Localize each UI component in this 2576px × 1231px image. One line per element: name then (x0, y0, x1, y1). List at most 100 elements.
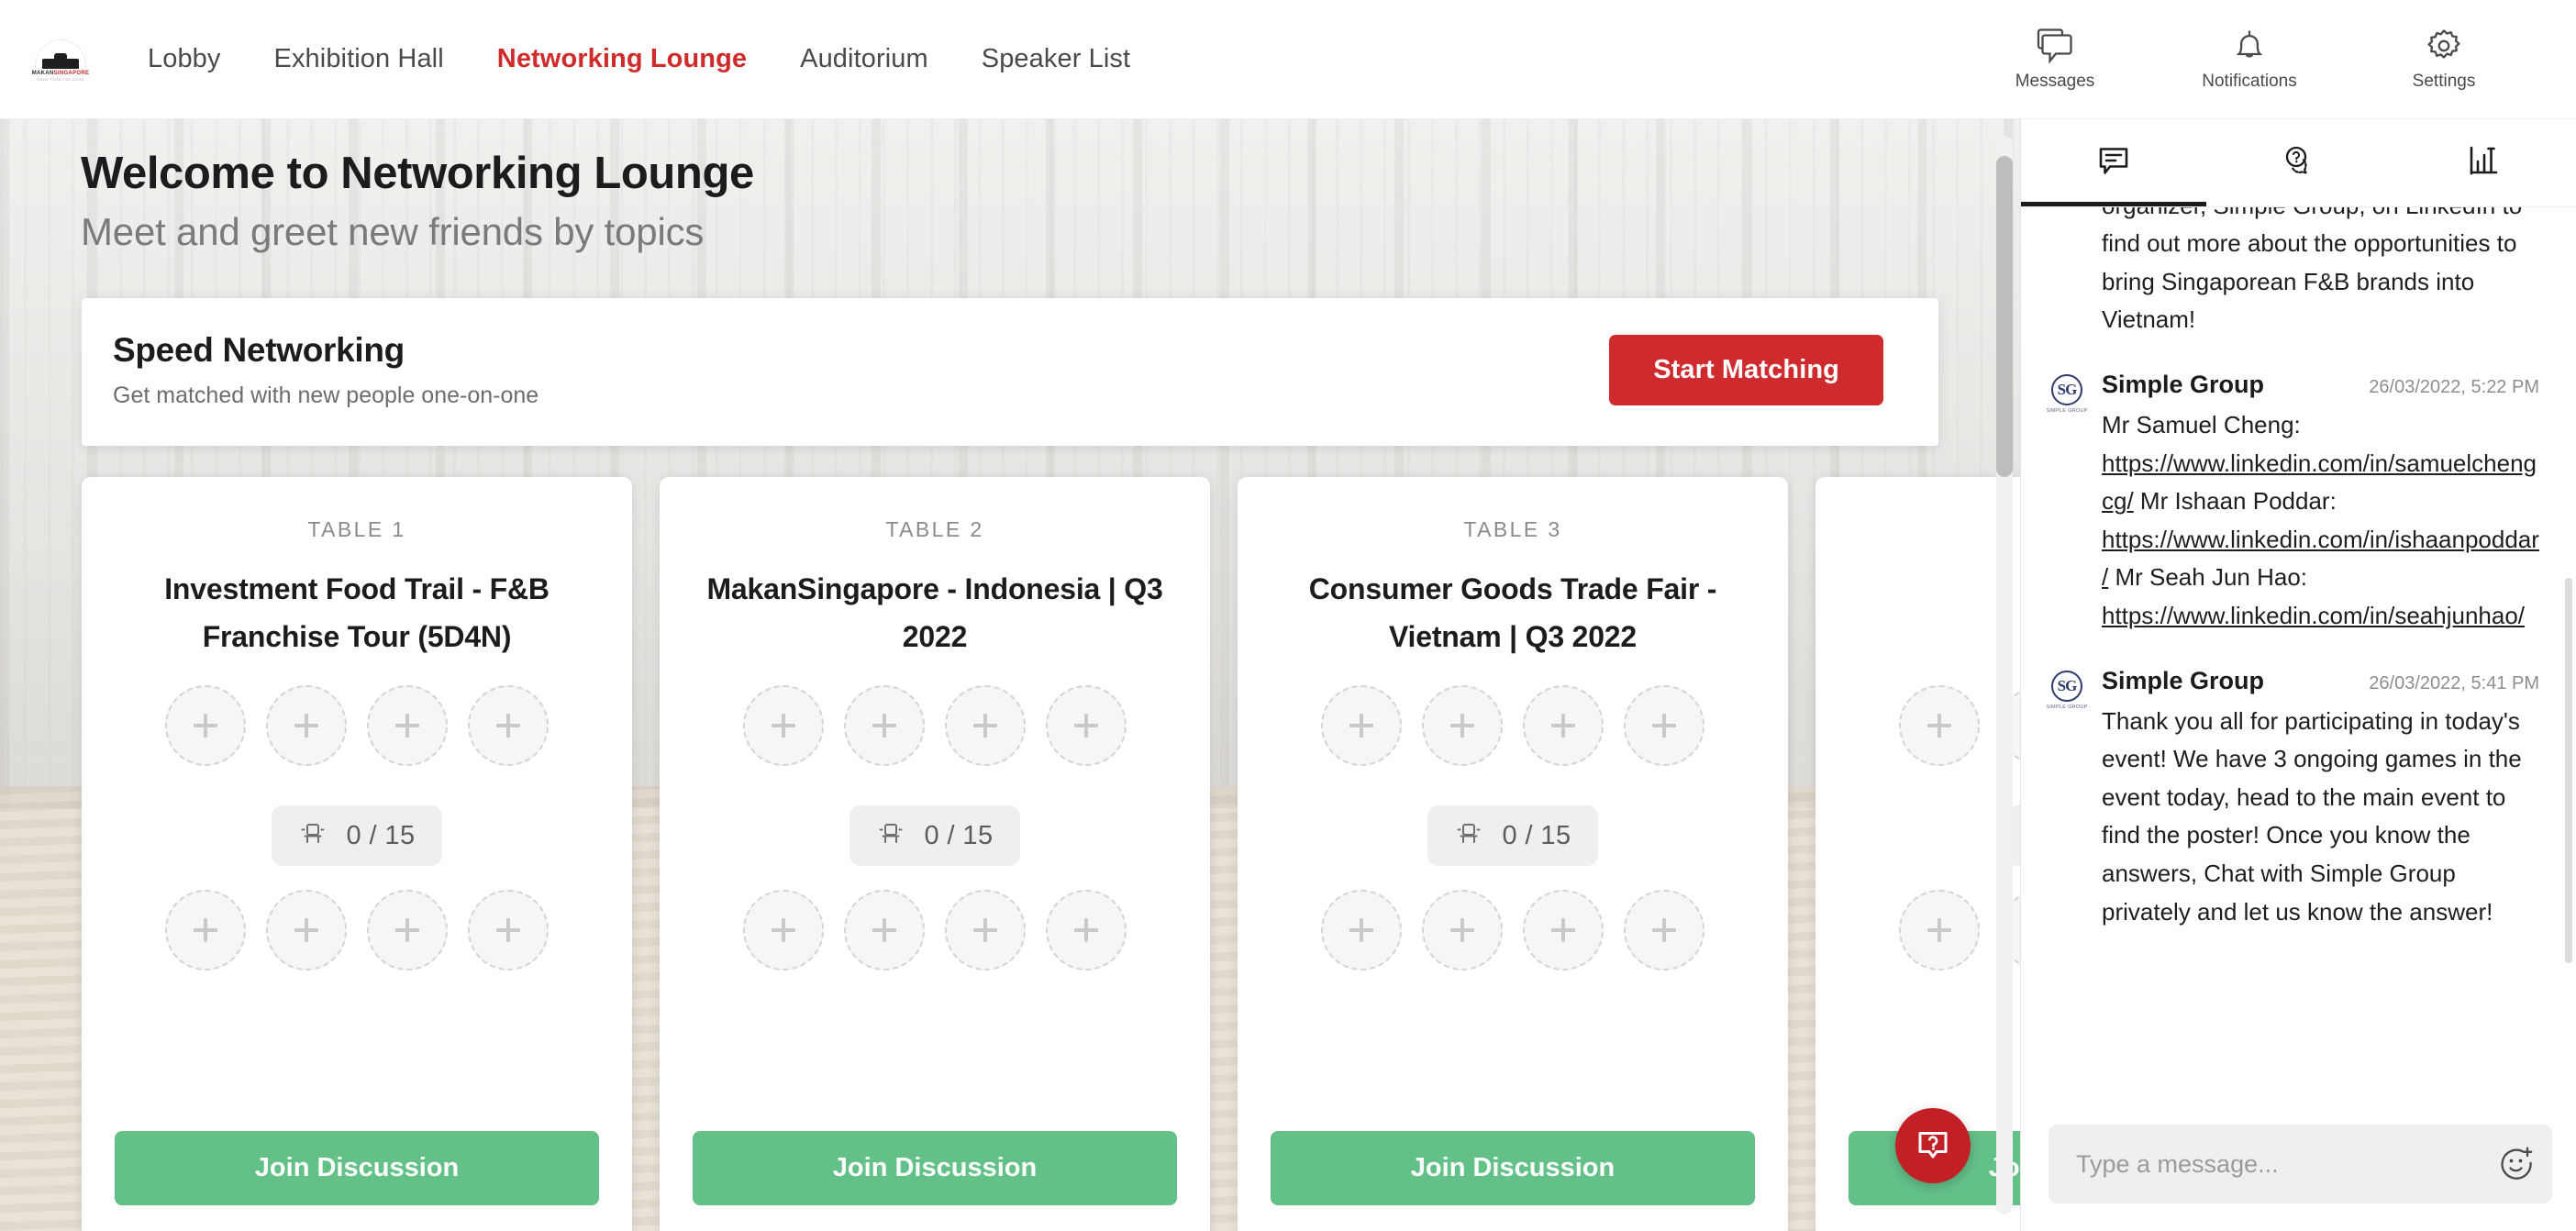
chat-input-wrap (2049, 1125, 2552, 1203)
chair-icon (1455, 820, 1482, 852)
seat-slot[interactable] (844, 685, 925, 767)
tab-qa[interactable] (2206, 119, 2392, 206)
seat-slot[interactable] (945, 685, 1026, 767)
join-discussion-button[interactable]: Join Discussion (1271, 1131, 1755, 1206)
seat-slot[interactable] (1422, 685, 1503, 767)
settings-button[interactable]: Settings (2347, 28, 2541, 92)
speed-networking-title: Speed Networking (113, 331, 405, 370)
seats-row-bottom (743, 890, 1127, 971)
seat-slot[interactable] (743, 890, 824, 971)
brand-logo[interactable]: MAKANSINGAPORE GOOD FOOD FOR GOOD (0, 38, 121, 82)
seat-slot[interactable] (468, 685, 549, 767)
linkedin-link-seah-jun-hao[interactable]: https://www.linkedin.com/in/seahjunhao/ (2102, 602, 2525, 629)
page-body: Welcome to Networking Lounge Meet and gr… (0, 119, 2576, 1231)
seat-slot[interactable] (1523, 685, 1604, 767)
seat-slot[interactable] (1624, 685, 1704, 767)
nav-item-speaker-list[interactable]: Speaker List (955, 44, 1157, 74)
seat-slot[interactable] (468, 890, 549, 971)
logo-mark-shape (42, 52, 79, 69)
avatar-initials: SG (2051, 373, 2082, 405)
seat-slot[interactable] (266, 685, 347, 767)
plus-icon (1652, 918, 1676, 943)
seat-count-text: 0 / 15 (924, 820, 994, 850)
seat-slot[interactable] (1899, 890, 1980, 971)
chat-panel: Connect with the co-founders of organize… (2020, 119, 2576, 1231)
plus-icon (294, 714, 318, 738)
chat-message: SG SIMPLE GROUP Simple Group 26/03/2022,… (2047, 371, 2539, 667)
join-discussion-button[interactable]: Join Discussion (115, 1131, 599, 1206)
seat-slot[interactable] (165, 890, 246, 971)
nav-item-auditorium[interactable]: Auditorium (773, 44, 955, 74)
seat-slot[interactable] (1899, 685, 1980, 767)
table-label: TABLE 2 (885, 517, 984, 542)
message-input[interactable] (2049, 1125, 2552, 1203)
table-title: MakanSingapore - Indonesia | Q3 2022 (706, 572, 1163, 654)
seat-slot[interactable] (266, 890, 347, 971)
tables-list: TABLE 1 Investment Food Trail - F&B Fran… (0, 446, 2020, 1231)
notifications-button[interactable]: Notifications (2152, 28, 2347, 92)
seat-slot[interactable] (945, 890, 1026, 971)
join-discussion-button[interactable]: Join Discussion (693, 1131, 1177, 1206)
message-body: Simple Group 26/03/2022, 5:41 PM Thank y… (2102, 667, 2539, 932)
logo-word-makan: MAKAN (31, 70, 54, 76)
table-title: Investment Food Trail - F&B Franchise To… (164, 572, 550, 654)
nav-item-lobby[interactable]: Lobby (121, 44, 248, 74)
seat-slot[interactable] (1422, 890, 1503, 971)
plus-icon (1652, 714, 1676, 738)
message-text: Connect with the co-founders of organize… (2102, 207, 2522, 334)
avatar (2047, 207, 2087, 339)
seat-slot[interactable] (367, 685, 448, 767)
seat-count-text: 0 / 15 (1502, 820, 1571, 850)
start-matching-button[interactable]: Start Matching (1609, 335, 1883, 406)
seats-row-bottom (165, 890, 549, 971)
tab-chat[interactable] (2021, 119, 2206, 206)
poll-bar-chart-icon (2464, 141, 2503, 184)
seat-slot[interactable] (743, 685, 824, 767)
chat-message-clip: Connect with the co-founders of organize… (2047, 207, 2539, 1108)
plus-icon (973, 714, 997, 738)
chat-scrollbar-thumb[interactable] (2565, 578, 2572, 963)
seats-row-top (1321, 685, 1704, 767)
seat-slot[interactable] (1321, 685, 1402, 767)
plus-icon (395, 918, 419, 943)
bell-icon (2231, 28, 2268, 64)
main-scrollbar-thumb[interactable] (1996, 156, 2013, 477)
seat-slot[interactable] (1523, 890, 1604, 971)
seat-slot[interactable] (1624, 890, 1704, 971)
help-button[interactable] (1895, 1108, 1971, 1183)
seat-slot[interactable] (165, 685, 246, 767)
chat-bubble-icon (2094, 141, 2133, 184)
message-author: Simple Group (2102, 666, 2265, 694)
chat-scrollbar-track[interactable] (2565, 303, 2572, 998)
plus-icon (1551, 714, 1575, 738)
plus-icon (1074, 714, 1098, 738)
table-card-1: TABLE 1 Investment Food Trail - F&B Fran… (82, 477, 632, 1231)
gear-icon (2426, 28, 2462, 64)
seat-slot[interactable] (1046, 890, 1127, 971)
table-label: TABLE 3 (1463, 517, 1562, 542)
message-header: Simple Group 26/03/2022, 5:41 PM (2102, 667, 2539, 695)
plus-icon (496, 918, 520, 943)
messages-button[interactable]: Messages (1958, 28, 2152, 92)
emoji-picker-button[interactable] (2497, 1145, 2536, 1183)
chair-icon (877, 820, 905, 852)
help-question-icon (1914, 1126, 1952, 1167)
tab-polls[interactable] (2391, 119, 2576, 206)
nav-item-networking-lounge[interactable]: Networking Lounge (471, 44, 773, 74)
avatar-caption: SIMPLE GROUP (2047, 704, 2088, 710)
seat-slot[interactable] (1321, 890, 1402, 971)
seat-slot[interactable] (367, 890, 448, 971)
logo-word-singapore: SINGAPORE (53, 70, 90, 76)
hero-text-block: Welcome to Networking Lounge Meet and gr… (0, 119, 2020, 257)
seats-row-top (743, 685, 1127, 767)
message-header: Simple Group 26/03/2022, 5:22 PM (2102, 371, 2539, 399)
seat-slot[interactable] (844, 890, 925, 971)
message-text: Mr Samuel Cheng: https://www.linkedin.co… (2102, 406, 2539, 636)
main-scrollbar-track[interactable] (1996, 136, 2013, 1214)
seat-slot[interactable] (1046, 685, 1127, 767)
nav-item-exhibition-hall[interactable]: Exhibition Hall (248, 44, 471, 74)
message-body: Simple Group 26/03/2022, 5:22 PM Mr Samu… (2102, 371, 2539, 636)
speed-networking-text: Speed Networking Get matched with new pe… (113, 331, 539, 409)
message-timestamp: 26/03/2022, 5:41 PM (2369, 672, 2539, 693)
chair-icon (299, 820, 327, 852)
